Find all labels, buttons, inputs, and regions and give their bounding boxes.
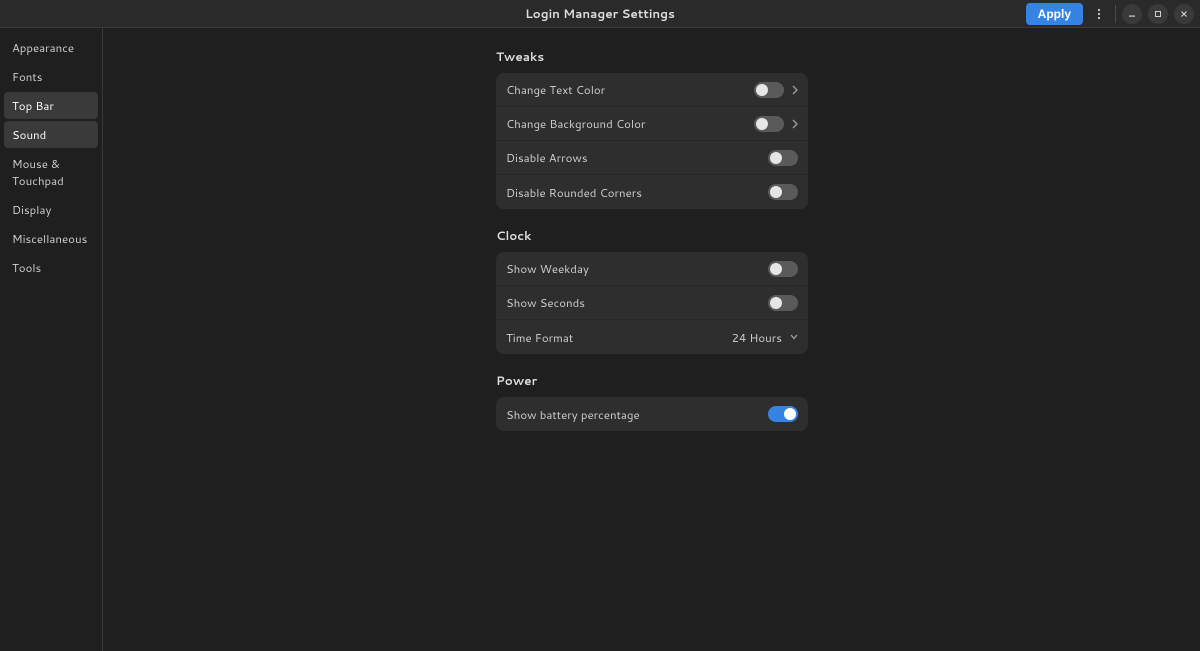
switch-disable-rounded-corners[interactable] <box>768 184 798 200</box>
row-label: Disable Arrows <box>506 149 588 166</box>
sidebar-item-sound[interactable]: Sound <box>4 121 98 148</box>
dropdown-arrow-icon <box>790 334 798 340</box>
titlebar: Login Manager Settings Apply <box>0 0 1200 28</box>
switch-show-seconds[interactable] <box>768 295 798 311</box>
sidebar-item-appearance[interactable]: Appearance <box>4 34 98 61</box>
sidebar-item-miscellaneous[interactable]: Miscellaneous <box>4 225 98 252</box>
titlebar-controls: Apply <box>1026 3 1194 25</box>
section-title-clock: Clock <box>496 227 808 244</box>
switch-change-text-color[interactable] <box>754 82 784 98</box>
row-controls <box>754 116 798 132</box>
sidebar-item-top-bar[interactable]: Top Bar <box>4 92 98 119</box>
dropdown-value: 24 Hours <box>732 329 782 346</box>
settings-panel: Tweaks Change Text Color Change Backgrou… <box>496 48 808 431</box>
switch-disable-arrows[interactable] <box>768 150 798 166</box>
row-show-weekday: Show Weekday <box>496 252 808 286</box>
divider <box>1115 5 1116 23</box>
sidebar-item-mouse-touchpad[interactable]: Mouse & Touchpad <box>4 150 98 194</box>
row-controls <box>754 82 798 98</box>
section-title-power: Power <box>496 372 808 389</box>
row-label: Disable Rounded Corners <box>506 184 642 201</box>
row-show-battery-percentage: Show battery percentage <box>496 397 808 431</box>
maximize-icon <box>1154 10 1162 18</box>
row-time-format[interactable]: Time Format 24 Hours <box>496 320 808 354</box>
kebab-icon <box>1093 8 1105 20</box>
row-controls: 24 Hours <box>732 329 798 346</box>
row-controls <box>768 150 798 166</box>
row-disable-arrows: Disable Arrows <box>496 141 808 175</box>
group-clock: Show Weekday Show Seconds Time Format 24… <box>496 252 808 354</box>
row-change-background-color[interactable]: Change Background Color <box>496 107 808 141</box>
switch-change-background-color[interactable] <box>754 116 784 132</box>
row-controls <box>768 261 798 277</box>
row-disable-rounded-corners: Disable Rounded Corners <box>496 175 808 209</box>
window-title: Login Manager Settings <box>525 5 675 22</box>
row-show-seconds: Show Seconds <box>496 286 808 320</box>
switch-show-weekday[interactable] <box>768 261 798 277</box>
row-label: Time Format <box>506 329 573 346</box>
section-title-tweaks: Tweaks <box>496 48 808 65</box>
maximize-button[interactable] <box>1148 4 1168 24</box>
group-tweaks: Change Text Color Change Background Colo… <box>496 73 808 209</box>
menu-button[interactable] <box>1089 4 1109 24</box>
row-change-text-color[interactable]: Change Text Color <box>496 73 808 107</box>
chevron-right-icon <box>792 85 798 95</box>
switch-show-battery-percentage[interactable] <box>768 406 798 422</box>
sidebar: Appearance Fonts Top Bar Sound Mouse & T… <box>0 28 103 651</box>
sidebar-item-fonts[interactable]: Fonts <box>4 63 98 90</box>
row-controls <box>768 406 798 422</box>
content: Appearance Fonts Top Bar Sound Mouse & T… <box>0 28 1200 651</box>
minimize-button[interactable] <box>1122 4 1142 24</box>
row-label: Show Seconds <box>506 294 585 311</box>
group-power: Show battery percentage <box>496 397 808 431</box>
main-panel: Tweaks Change Text Color Change Backgrou… <box>103 28 1200 651</box>
chevron-right-icon <box>792 119 798 129</box>
sidebar-item-tools[interactable]: Tools <box>4 254 98 281</box>
apply-button[interactable]: Apply <box>1026 3 1083 25</box>
row-label: Change Background Color <box>506 115 645 132</box>
row-controls <box>768 295 798 311</box>
row-label: Show Weekday <box>506 260 589 277</box>
row-label: Change Text Color <box>506 81 605 98</box>
close-button[interactable] <box>1174 4 1194 24</box>
row-controls <box>768 184 798 200</box>
sidebar-item-display[interactable]: Display <box>4 196 98 223</box>
row-label: Show battery percentage <box>506 406 640 423</box>
close-icon <box>1180 10 1188 18</box>
minimize-icon <box>1128 10 1136 18</box>
